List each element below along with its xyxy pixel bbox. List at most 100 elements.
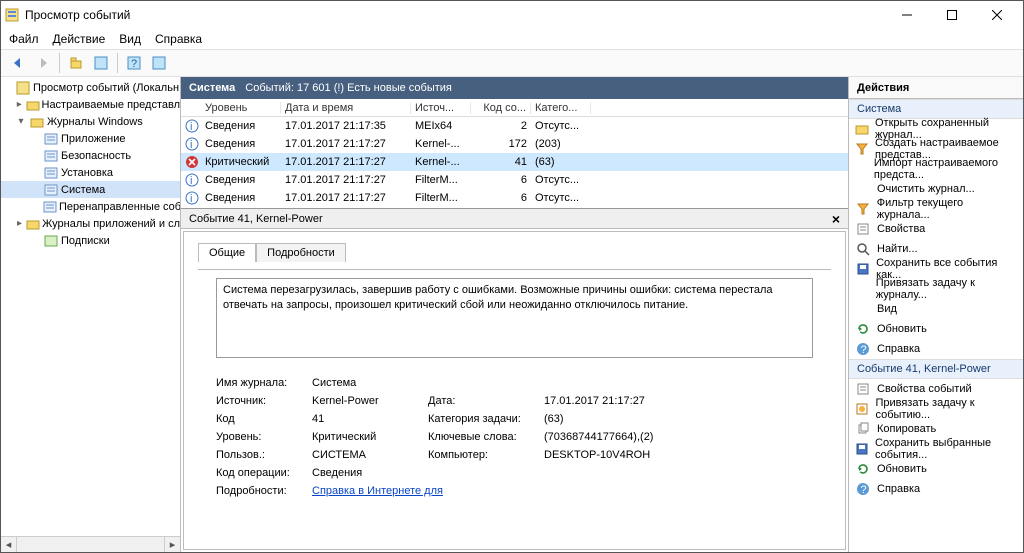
log-icon [43,148,59,164]
tree-windows-logs[interactable]: ▾ Журналы Windows [1,113,180,130]
action-Сохранить выбранные события...[interactable]: Сохранить выбранные события... [849,439,1023,459]
col-category[interactable]: Катего... [531,102,591,114]
back-button[interactable] [7,52,29,74]
tree-subscriptions[interactable]: Подписки [1,232,180,249]
filter-icon [855,201,871,217]
tree-item-Установка[interactable]: Установка [1,164,180,181]
minimize-button[interactable] [884,1,929,29]
save-icon [855,261,870,277]
tab-details[interactable]: Подробности [256,243,346,262]
action-Свойства[interactable]: Свойства [849,219,1023,239]
action-Копировать[interactable]: Копировать [849,419,1023,439]
val-level: Критический [312,431,422,443]
tree-label: Безопасность [61,150,131,162]
cell-code: 2 [471,120,531,132]
action-Сохранить все события как...[interactable]: Сохранить все события как... [849,259,1023,279]
tab-general[interactable]: Общие [198,243,256,262]
action-Справка[interactable]: ?Справка [849,479,1023,499]
info-icon: i [185,119,199,133]
event-row[interactable]: iСведения17.01.2017 21:17:27Kernel-...17… [181,135,848,153]
toolbar-icon-1[interactable] [65,52,87,74]
tree-scrollbar[interactable]: ◂▸ [1,536,180,552]
maximize-button[interactable] [929,1,974,29]
info-icon: i [185,137,199,151]
tree-root[interactable]: Просмотр событий (Локальн [1,79,180,96]
action-Свойства событий[interactable]: Свойства событий [849,379,1023,399]
log-icon [43,165,59,181]
blank-icon [855,281,870,297]
svg-text:?: ? [861,344,867,356]
tree-item-Перенаправленные соб[interactable]: Перенаправленные соб [1,198,180,215]
tree-item-Безопасность[interactable]: Безопасность [1,147,180,164]
event-row[interactable]: iСведения17.01.2017 21:17:27FilterM...6О… [181,189,848,207]
close-button[interactable] [974,1,1019,29]
val-cat: (63) [544,413,813,425]
action-Найти...[interactable]: Найти... [849,239,1023,259]
tree-label: Подписки [61,235,110,247]
log-icon [43,131,59,147]
info-icon: i [185,191,199,205]
lbl-user: Пользов.: [216,449,306,461]
event-row[interactable]: iСведения17.01.2017 21:17:27FilterM...6О… [181,171,848,189]
subscriptions-icon [43,233,59,249]
find-icon [855,241,871,257]
menu-file[interactable]: Файл [9,32,39,46]
toolbar-icon-2[interactable] [90,52,112,74]
action-label: Привязать задачу к журналу... [876,277,1017,301]
event-grid[interactable]: Уровень Дата и время Источ... Код со... … [181,99,848,209]
tree-item-Приложение[interactable]: Приложение [1,130,180,147]
action-Фильтр текущего журнала...[interactable]: Фильтр текущего журнала... [849,199,1023,219]
folder-icon [26,216,40,232]
lbl-source: Источник: [216,395,306,407]
action-Справка[interactable]: ? Справка [849,339,1023,359]
action-Привязать задачу к событию...[interactable]: Привязать задачу к событию... [849,399,1023,419]
action-label: Сохранить выбранные события... [875,437,1017,461]
event-row[interactable]: iСведения17.01.2017 21:17:35MEIx642Отсут… [181,117,848,135]
lbl-comp: Компьютер: [428,449,538,461]
toolbar-help-icon[interactable]: ? [123,52,145,74]
cell-level: Сведения [201,192,281,204]
forward-button[interactable] [32,52,54,74]
col-code[interactable]: Код со... [471,102,531,114]
lbl-level: Уровень: [216,431,306,443]
event-row[interactable]: Критический17.01.2017 21:17:27Kernel-...… [181,153,848,171]
toolbar-icon-3[interactable] [148,52,170,74]
cell-datetime: 17.01.2017 21:17:27 [281,156,411,168]
svg-text:?: ? [861,484,867,496]
col-level[interactable]: Уровень [201,102,281,114]
menu-action[interactable]: Действие [53,32,106,46]
tree-item-Система[interactable]: Система [1,181,180,198]
action-label: Фильтр текущего журнала... [877,197,1017,221]
val-user: СИСТЕМА [312,449,422,461]
filter-icon [855,141,869,157]
help-icon: ? [855,341,871,357]
col-datetime[interactable]: Дата и время [281,102,411,114]
action-Обновить[interactable]: Обновить [849,459,1023,479]
action-label: Обновить [877,323,927,335]
copy-icon [855,421,871,437]
cell-source: MEIx64 [411,120,471,132]
tree-label: Журналы Windows [47,116,143,128]
tree-app-logs[interactable]: ▸ Журналы приложений и сл [1,215,180,232]
action-Очистить журнал...[interactable]: Очистить журнал... [849,179,1023,199]
grid-header[interactable]: Уровень Дата и время Источ... Код со... … [181,99,848,117]
action-Вид[interactable]: Вид [849,299,1023,319]
blank-icon [855,181,871,197]
menu-view[interactable]: Вид [119,32,141,46]
action-Импорт настраиваемого предста...[interactable]: Импорт настраиваемого предста... [849,159,1023,179]
svg-text:i: i [190,175,192,187]
cell-code: 41 [471,156,531,168]
action-Открыть сохраненный журнал...[interactable]: Открыть сохраненный журнал... [849,119,1023,139]
tree-custom-views[interactable]: ▸ Настраиваемые представл [1,96,180,113]
folder-icon [29,114,45,130]
col-source[interactable]: Источ... [411,102,471,114]
menu-help[interactable]: Справка [155,32,202,46]
refresh-icon [855,321,871,337]
detail-close-icon[interactable]: × [832,211,840,227]
action-Обновить[interactable]: Обновить [849,319,1023,339]
action-label: Справка [877,343,920,355]
action-Привязать задачу к журналу...[interactable]: Привязать задачу к журналу... [849,279,1023,299]
action-Создать настраиваемое представ...[interactable]: Создать настраиваемое представ... [849,139,1023,159]
online-help-link[interactable]: Справка в Интернете для [312,485,813,497]
svg-text:i: i [190,193,192,205]
